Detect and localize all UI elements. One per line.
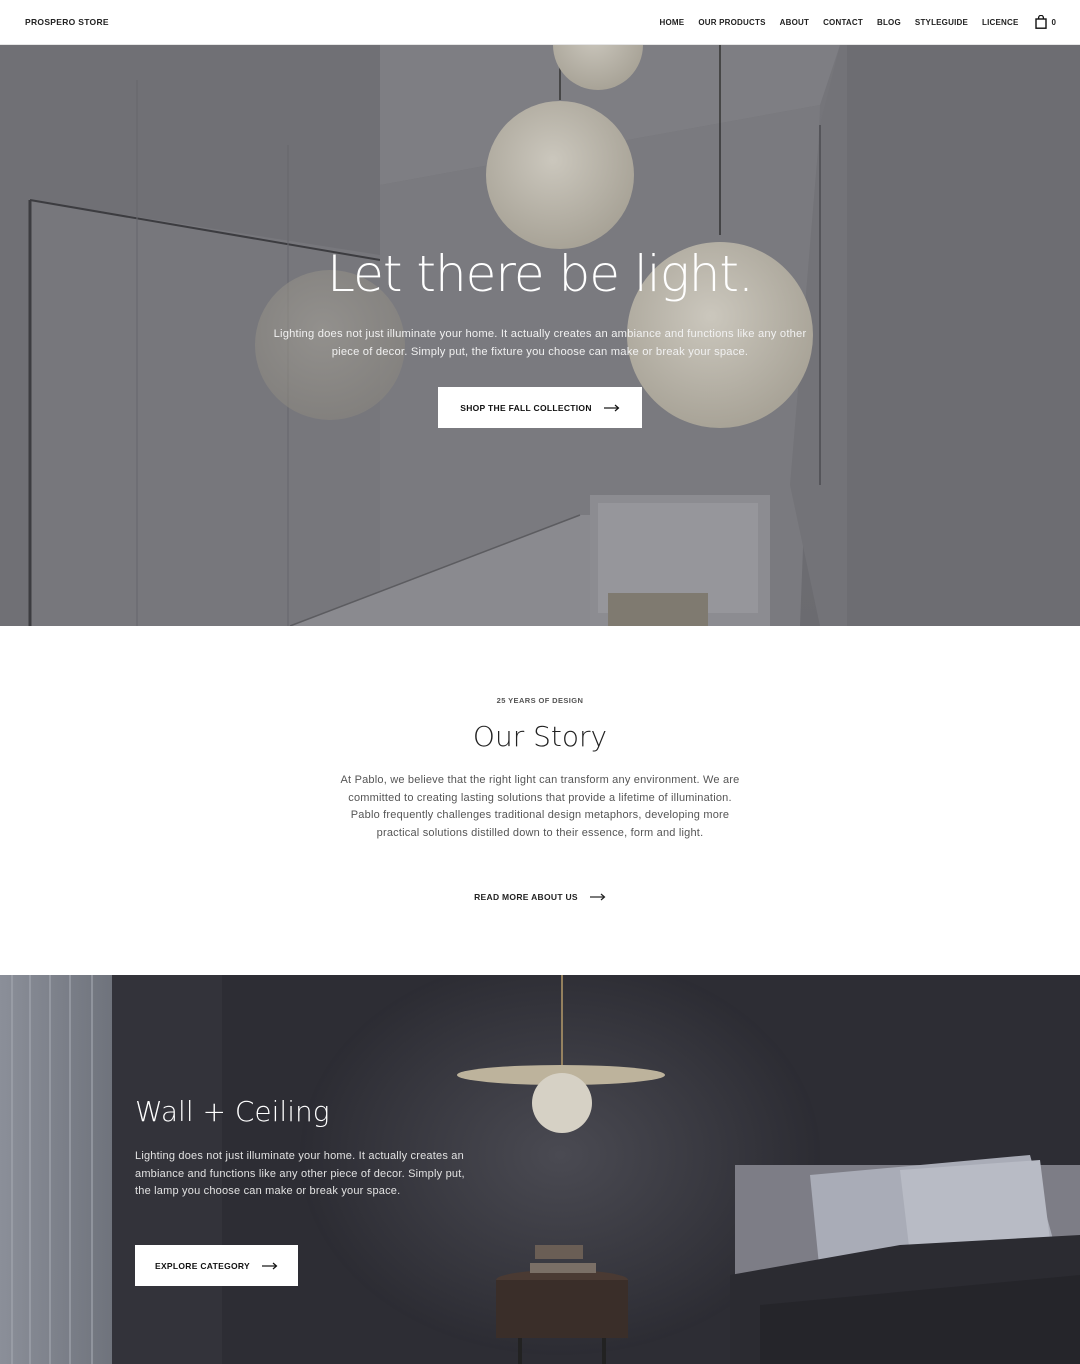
cart-count: 0 [1051,17,1056,27]
button-label: EXPLORE CATEGORY [154,1260,250,1271]
button-label: SHOP THE FALL COLLECTION [460,402,592,413]
arrow-right-icon [262,1262,278,1270]
nav-licence[interactable]: LICENCE [982,18,1019,27]
hero-title: Let there be light. [327,245,754,303]
nav-home[interactable]: HOME [660,18,685,27]
explore-category-button[interactable]: EXPLORE CATEGORY [135,1245,298,1286]
story-title: Our Story [472,720,608,753]
wall-ceiling-category-section: Wall + Ceiling Lighting does not just il… [0,975,1080,1364]
nav-about[interactable]: ABOUT [780,18,809,27]
our-story-section: 25 YEARS OF DESIGN Our Story At Pablo, w… [0,626,1080,975]
read-more-about-us-link[interactable]: READ MORE ABOUT US [0,892,1080,902]
shop-fall-collection-button[interactable]: SHOP THE FALL COLLECTION [438,387,642,428]
hero-section: Let there be light. Lighting does not ju… [0,45,1080,626]
hero-content: Let there be light. Lighting does not ju… [0,45,1080,626]
hero-description: Lighting does not just illuminate your h… [273,328,807,358]
cart-button[interactable]: 0 [1034,15,1056,29]
arrow-right-icon [589,893,606,901]
site-header: PROSPERO STORE HOME OUR PRODUCTS ABOUT C… [0,0,1080,45]
link-label: READ MORE ABOUT US [474,892,578,902]
brand-logo[interactable]: PROSPERO STORE [25,17,109,27]
shopping-bag-icon [1034,15,1047,29]
story-description: At Pablo, we believe that the right ligh… [340,774,740,839]
nav-contact[interactable]: CONTACT [823,18,863,27]
nav-our-products[interactable]: OUR PRODUCTS [698,18,765,27]
main-nav: HOME OUR PRODUCTS ABOUT CONTACT BLOG STY… [646,15,1056,29]
category-title: Wall + Ceiling [135,1095,330,1128]
nav-blog[interactable]: BLOG [877,18,901,27]
arrow-right-icon [603,404,620,412]
nav-styleguide[interactable]: STYLEGUIDE [915,18,968,27]
category-description: Lighting does not just illuminate your h… [135,1150,465,1198]
story-eyebrow: 25 YEARS OF DESIGN [496,696,584,705]
